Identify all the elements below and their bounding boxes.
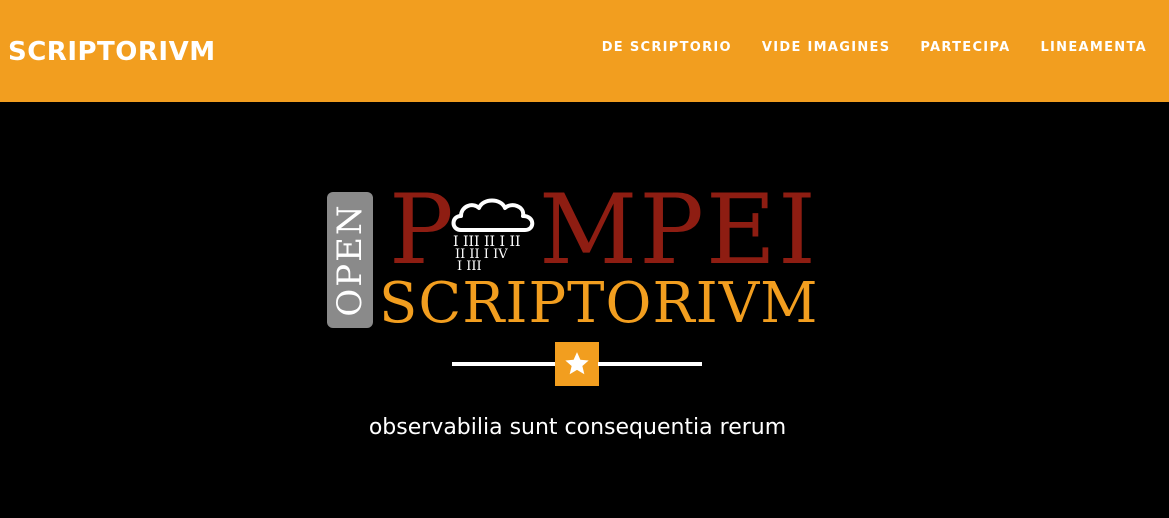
brand-logo-link[interactable]: SCRIPTORIVM	[8, 34, 216, 70]
star-divider	[452, 342, 702, 388]
cloud-tally-icon: I III II I II II II I IV I III	[451, 198, 535, 270]
star-glyph	[565, 352, 589, 375]
open-pompei-scriptorivm-logo: OPEN P I III II I II II II I IV I III MP…	[327, 182, 837, 338]
main-nav: DE SCRIPTORIO VIDE IMAGINES PARTECIPA LI…	[602, 38, 1147, 58]
divider-line-right	[598, 362, 702, 366]
nav-partecipa[interactable]: PARTECIPA	[920, 38, 1010, 58]
nav-vide-imagines[interactable]: VIDE IMAGINES	[762, 38, 890, 58]
pompei-wordmark: P I III II I II II II I IV I III MPEI	[379, 182, 837, 278]
star-icon	[555, 342, 599, 386]
pompei-letter-p: P	[389, 174, 454, 286]
hero-section: OPEN P I III II I II II II I IV I III MP…	[0, 102, 1169, 518]
top-navbar: SCRIPTORIVM DE SCRIPTORIO VIDE IMAGINES …	[0, 0, 1169, 102]
open-badge: OPEN	[327, 192, 373, 328]
hero-tagline: observabilia sunt consequentia rerum	[368, 415, 787, 440]
nav-de-scriptorio[interactable]: DE SCRIPTORIO	[602, 38, 732, 58]
scriptorivm-wordmark: SCRIPTORIVM	[379, 271, 819, 336]
nav-lineamenta[interactable]: LINEAMENTA	[1040, 38, 1147, 58]
divider-line-left	[452, 362, 556, 366]
pompei-letters-mpei: MPEI	[539, 174, 818, 286]
tally-row-3: I III	[457, 259, 482, 270]
open-label: OPEN	[330, 203, 370, 317]
